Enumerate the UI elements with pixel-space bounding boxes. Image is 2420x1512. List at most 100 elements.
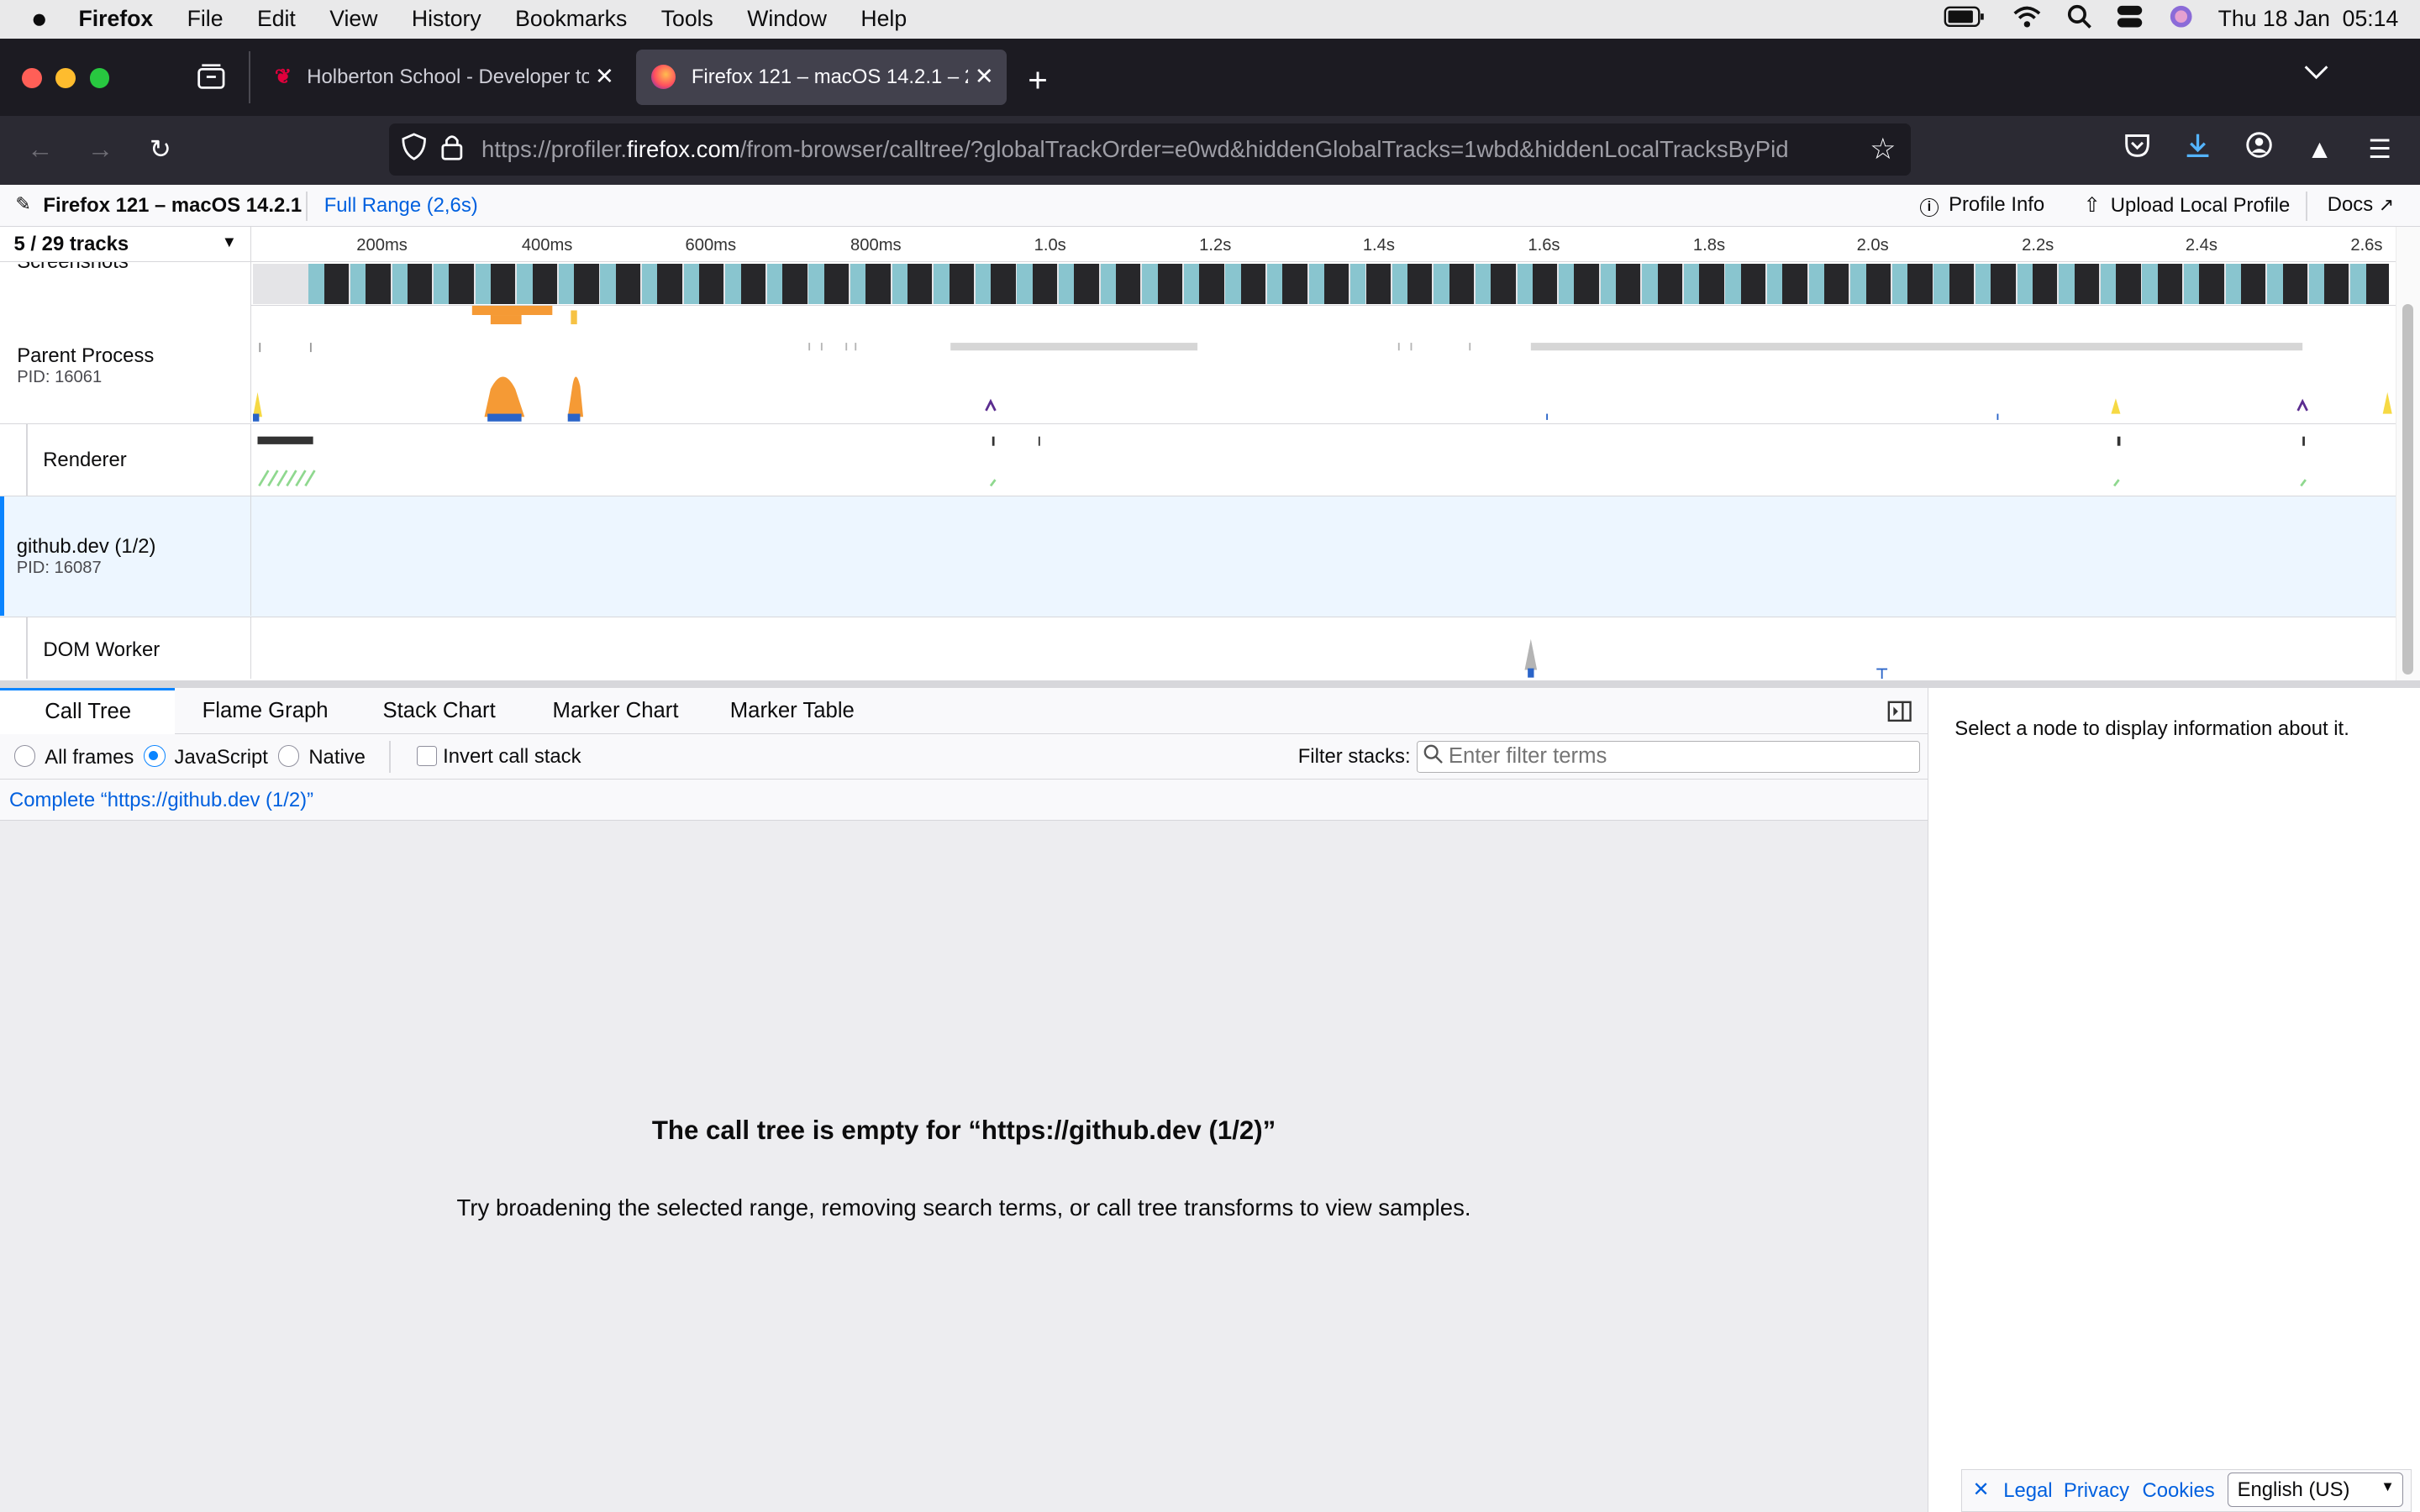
spotlight-search-icon[interactable] [2067, 4, 2091, 34]
screenshot-thumbnail[interactable] [1600, 264, 1617, 304]
parent-process-track[interactable]: Parent Process PID: 16061 [0, 305, 2396, 425]
screenshot-thumbnail[interactable] [934, 264, 950, 304]
screenshot-thumbnail[interactable] [1017, 264, 1033, 304]
pencil-edit-icon[interactable]: ✎ [15, 193, 30, 215]
screenshot-thumbnail[interactable] [1266, 264, 1283, 304]
screenshot-thumbnail[interactable] [2308, 264, 2325, 304]
screenshot-thumbnail[interactable] [1699, 264, 1724, 304]
tab-firefox-profiler[interactable]: Firefox 121 – macOS 14.2.1 – 20 ✕ [635, 49, 1007, 105]
screenshot-thumbnail[interactable] [2017, 264, 2033, 304]
screenshot-thumbnail[interactable] [366, 264, 391, 304]
menu-help[interactable]: Help [860, 6, 907, 32]
screenshot-thumbnail[interactable] [2240, 264, 2266, 304]
firefox-view-icon[interactable] [196, 63, 227, 97]
renderer-track[interactable]: Renderer [0, 424, 2396, 497]
screenshot-thumbnail[interactable] [1850, 264, 1866, 304]
timeline-scrollbar[interactable] [2395, 227, 2420, 684]
invert-call-stack-checkbox[interactable] [416, 745, 437, 766]
screenshot-thumbnail[interactable] [350, 264, 366, 304]
close-tab-icon[interactable]: ✕ [968, 63, 994, 91]
screenshot-thumbnail[interactable] [1282, 264, 1307, 304]
bookmark-star-icon[interactable]: ☆ [1854, 123, 1911, 176]
javascript-option[interactable]: JavaScript [143, 745, 268, 769]
github-dev-label[interactable]: github.dev (1/2) PID: 16087 [0, 496, 252, 616]
full-range-breadcrumb[interactable]: Full Range (2,6s) [324, 194, 478, 218]
apple-icon[interactable]: ● [31, 3, 48, 35]
close-footer-icon[interactable]: ✕ [1972, 1478, 1989, 1502]
dom-worker-label[interactable]: DOM Worker [0, 617, 252, 680]
breadcrumb-complete[interactable]: Complete “https://github.dev (1/2)” [9, 789, 313, 812]
screenshot-thumbnail[interactable] [1865, 264, 1891, 304]
screenshot-thumbnail[interactable] [475, 264, 492, 304]
screenshot-thumbnail[interactable] [1475, 264, 1491, 304]
github-dev-track[interactable]: github.dev (1/2) PID: 16087 [0, 496, 2396, 617]
screenshot-thumbnail[interactable] [683, 264, 700, 304]
battery-icon[interactable] [1944, 6, 1986, 34]
screenshot-thumbnail[interactable] [991, 264, 1016, 304]
toggle-sidebar-icon[interactable] [1887, 701, 1912, 728]
screenshot-thumbnail[interactable] [740, 264, 765, 304]
tab-holberton[interactable]: ❦ Holberton School - Developer to ✕ [260, 50, 627, 105]
screenshot-thumbnail[interactable] [2059, 264, 2075, 304]
screenshot-thumbnail[interactable] [558, 264, 575, 304]
parent-process-label[interactable]: Parent Process PID: 16061 [0, 305, 252, 423]
privacy-link[interactable]: Privacy [2064, 1479, 2129, 1503]
native-option[interactable]: Native [277, 745, 366, 769]
screenshot-thumbnail[interactable] [2100, 264, 2117, 304]
renderer-label[interactable]: Renderer [0, 424, 252, 496]
screenshot-thumbnail[interactable] [1949, 264, 1975, 304]
screenshot-thumbnail[interactable] [2350, 264, 2366, 304]
track-count-button[interactable]: 5 / 29 tracks ▼ [0, 227, 252, 263]
screenshot-thumbnail[interactable] [699, 264, 724, 304]
menubar-clock[interactable]: Thu 18 Jan 05:14 [2218, 6, 2399, 32]
screenshot-thumbnail[interactable] [1532, 264, 1558, 304]
screenshot-thumbnail[interactable] [808, 264, 824, 304]
screenshot-thumbnail[interactable] [907, 264, 933, 304]
upload-local-profile-button[interactable]: ⇧ Upload Local Profile [2084, 193, 2291, 218]
screenshot-thumbnail[interactable] [823, 264, 850, 304]
profile-info-button[interactable]: i Profile Info [1919, 193, 2044, 217]
screenshot-thumbnail[interactable] [1767, 264, 1783, 304]
screenshot-thumbnail[interactable] [1891, 264, 1908, 304]
screenshot-thumbnail[interactable] [1642, 264, 1658, 304]
screenshot-thumbnail[interactable] [1740, 264, 1766, 304]
menu-window[interactable]: Window [747, 6, 827, 32]
window-minimize-button[interactable] [55, 67, 76, 88]
control-center-icon[interactable] [2116, 4, 2144, 34]
screenshot-thumbnail[interactable] [1657, 264, 1683, 304]
screenshot-thumbnail[interactable] [1407, 264, 1433, 304]
screenshot-thumbnail[interactable] [1808, 264, 1824, 304]
reload-icon[interactable]: ↻ [142, 131, 179, 168]
screenshot-thumbnail[interactable] [1365, 264, 1391, 304]
screenshot-thumbnail[interactable] [2324, 264, 2349, 304]
pocket-icon[interactable] [2119, 131, 2156, 168]
language-select[interactable]: English (US) ▼ [2227, 1473, 2403, 1507]
tab-marker-table[interactable]: Marker Table [705, 688, 879, 734]
screenshot-thumbnail[interactable] [1058, 264, 1075, 304]
screenshot-thumbnail[interactable] [892, 264, 908, 304]
list-all-tabs-chevron-down-icon[interactable] [2302, 60, 2330, 88]
screenshots-track[interactable]: Screenshots [0, 262, 2396, 306]
screenshot-thumbnail[interactable] [2142, 264, 2158, 304]
screenshot-thumbnail[interactable] [2157, 264, 2183, 304]
menu-edit[interactable]: Edit [257, 6, 296, 32]
new-tab-icon[interactable]: + [1028, 60, 1048, 100]
screenshot-thumbnail[interactable] [1115, 264, 1141, 304]
tab-call-tree[interactable]: Call Tree [0, 688, 175, 735]
menu-history[interactable]: History [412, 6, 481, 32]
screenshot-thumbnail[interactable] [324, 264, 350, 304]
screenshot-thumbnail[interactable] [657, 264, 682, 304]
screenshot-thumbnail[interactable] [1782, 264, 1807, 304]
screenshot-thumbnail[interactable] [1975, 264, 1991, 304]
all-frames-radio[interactable] [13, 745, 36, 767]
screenshot-thumbnail[interactable] [449, 264, 474, 304]
screenshot-thumbnail[interactable] [615, 264, 641, 304]
window-zoom-button[interactable] [89, 67, 110, 88]
screenshot-thumbnail[interactable] [1683, 264, 1700, 304]
screenshot-thumbnail[interactable] [1100, 264, 1116, 304]
filter-stacks-box[interactable] [1417, 740, 1920, 774]
screenshot-thumbnail[interactable] [1240, 264, 1266, 304]
screenshot-thumbnail[interactable] [1824, 264, 1849, 304]
screenshot-thumbnail[interactable] [1574, 264, 1599, 304]
screenshot-thumbnail[interactable] [1392, 264, 1408, 304]
